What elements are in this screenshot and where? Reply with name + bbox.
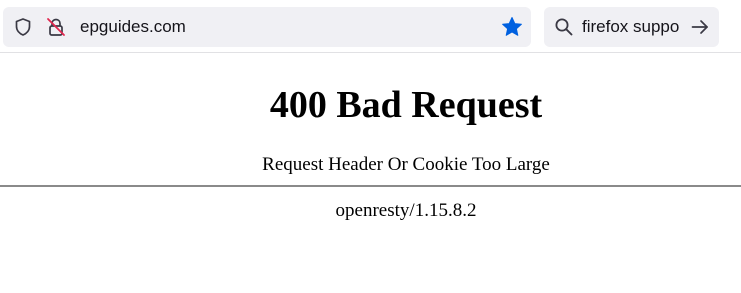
- search-input[interactable]: firefox suppo: [582, 17, 679, 37]
- star-icon[interactable]: [500, 15, 524, 39]
- search-bar[interactable]: firefox suppo: [544, 7, 719, 47]
- server-signature: openresty/1.15.8.2: [335, 200, 477, 221]
- arrow-right-icon[interactable]: [690, 17, 710, 37]
- address-bar[interactable]: epguides.com: [3, 7, 531, 47]
- url-text[interactable]: epguides.com: [80, 17, 186, 37]
- search-icon[interactable]: [554, 17, 574, 37]
- browser-toolbar: epguides.com firefox suppo: [0, 0, 741, 53]
- lock-icon[interactable]: [45, 16, 67, 38]
- error-message: Request Header Or Cookie Too Large: [262, 154, 550, 175]
- error-title: 400 Bad Request: [269, 84, 543, 126]
- error-page: 400 Bad Request Request Header Or Cookie…: [0, 53, 741, 293]
- divider: [0, 185, 741, 187]
- shield-icon[interactable]: [13, 17, 33, 37]
